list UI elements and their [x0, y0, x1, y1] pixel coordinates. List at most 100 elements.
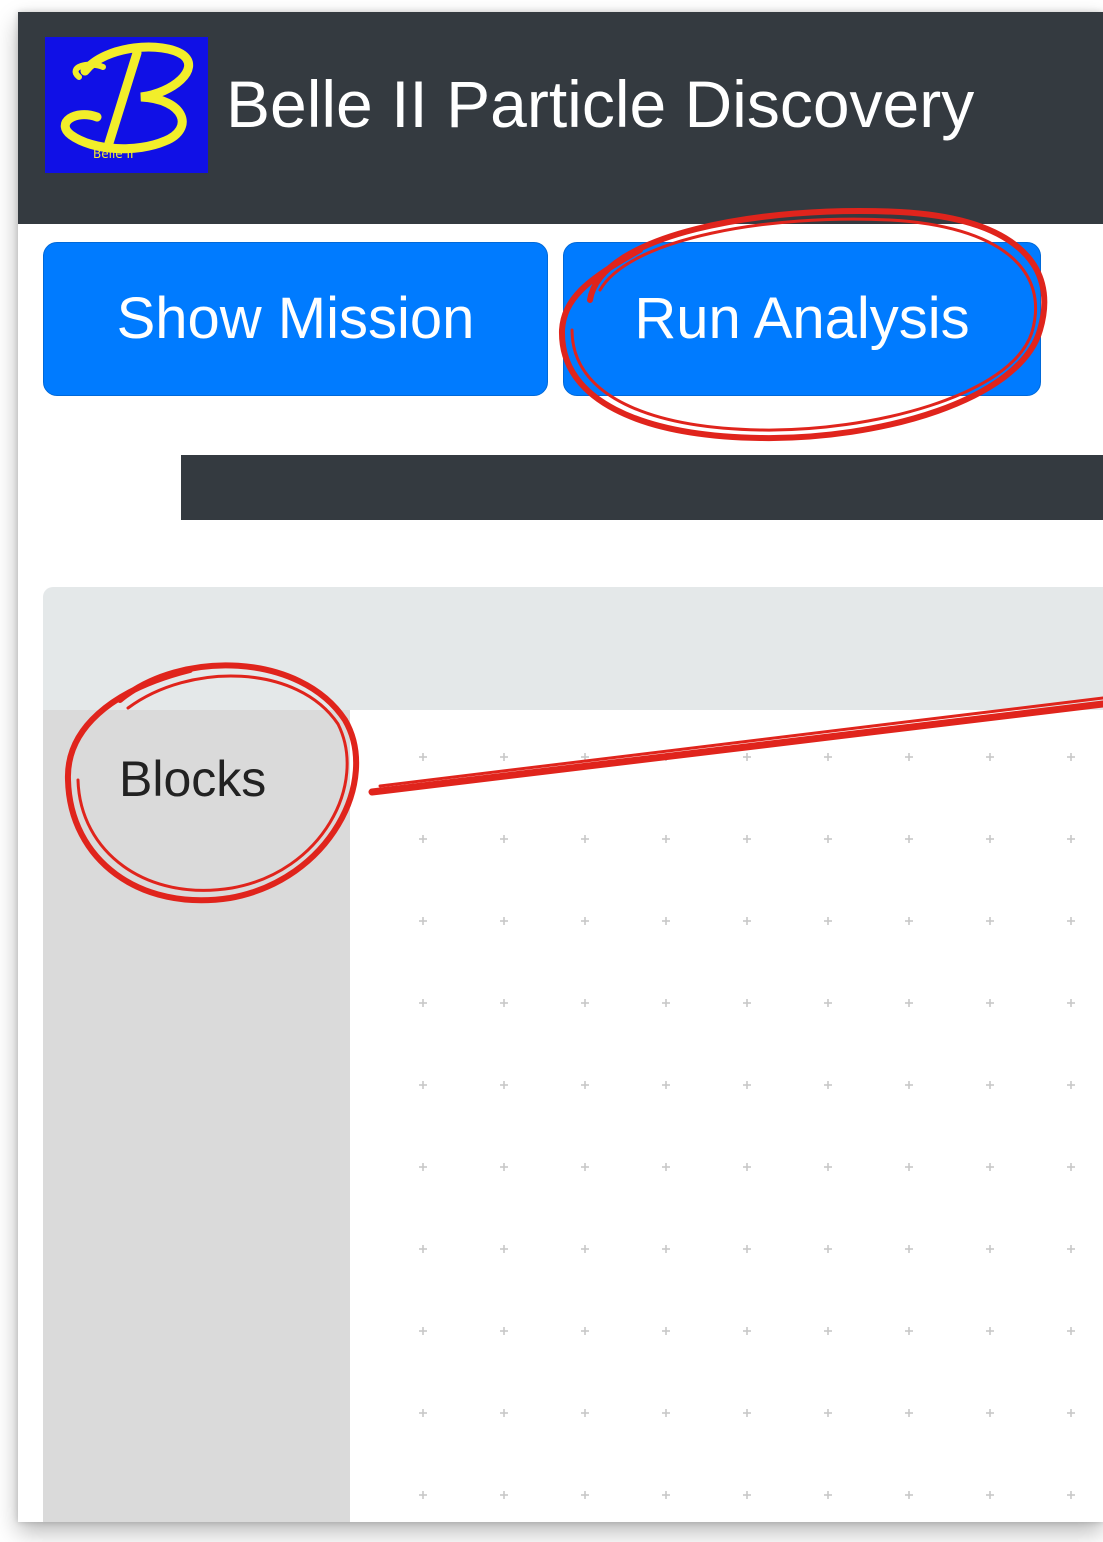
- grid-plus-mark: [500, 1245, 508, 1253]
- grid-plus-mark: [500, 835, 508, 843]
- grid-plus-mark: [1067, 1245, 1075, 1253]
- grid-plus-mark: [824, 1081, 832, 1089]
- grid-plus-mark: [581, 1409, 589, 1417]
- progress-bar: [181, 455, 1103, 520]
- grid-plus-mark: [662, 917, 670, 925]
- blockly-toolbox: Blocks: [43, 710, 350, 1522]
- grid-plus-mark: [905, 753, 913, 761]
- grid-plus-mark: [662, 1327, 670, 1335]
- grid-plus-mark: [905, 1245, 913, 1253]
- grid-plus-mark: [986, 1491, 994, 1499]
- grid-plus-mark: [743, 1081, 751, 1089]
- grid-plus-mark: [419, 999, 427, 1007]
- grid-plus-mark: [905, 1491, 913, 1499]
- grid-plus-mark: [419, 753, 427, 761]
- grid-plus-mark: [986, 1163, 994, 1171]
- grid-plus-mark: [500, 1163, 508, 1171]
- grid-plus-mark: [662, 999, 670, 1007]
- grid-plus-mark: [986, 1245, 994, 1253]
- grid-plus-mark: [662, 1491, 670, 1499]
- run-analysis-button[interactable]: Run Analysis: [563, 242, 1041, 396]
- grid-plus-mark: [905, 1081, 913, 1089]
- grid-plus-mark: [500, 917, 508, 925]
- grid-plus-mark: [581, 999, 589, 1007]
- grid-plus-mark: [1067, 1491, 1075, 1499]
- grid-plus-mark: [419, 1081, 427, 1089]
- show-mission-button[interactable]: Show Mission: [43, 242, 548, 396]
- grid-plus-mark: [824, 835, 832, 843]
- grid-plus-mark: [419, 1409, 427, 1417]
- blockly-workspace[interactable]: [350, 710, 1103, 1522]
- grid-plus-mark: [905, 1409, 913, 1417]
- grid-plus-mark: [1067, 917, 1075, 925]
- grid-plus-mark: [986, 999, 994, 1007]
- workspace-grid: [419, 753, 1075, 1499]
- grid-plus-mark: [581, 835, 589, 843]
- grid-plus-mark: [500, 1491, 508, 1499]
- grid-plus-mark: [581, 1081, 589, 1089]
- grid-plus-mark: [500, 999, 508, 1007]
- grid-plus-mark: [986, 1409, 994, 1417]
- grid-plus-mark: [662, 1245, 670, 1253]
- belle-ii-logo-icon: Belle II: [45, 37, 208, 173]
- grid-plus-mark: [743, 1491, 751, 1499]
- grid-plus-mark: [662, 1409, 670, 1417]
- grid-plus-mark: [986, 1327, 994, 1335]
- grid-plus-mark: [500, 1409, 508, 1417]
- grid-plus-mark: [743, 917, 751, 925]
- grid-plus-mark: [1067, 1327, 1075, 1335]
- grid-plus-mark: [824, 1409, 832, 1417]
- screenshot-stage: Belle II Belle II Particle Discovery Sho…: [0, 0, 1103, 1542]
- grid-plus-mark: [581, 1327, 589, 1335]
- grid-plus-mark: [581, 917, 589, 925]
- grid-plus-mark: [743, 1409, 751, 1417]
- logo-caption: Belle II: [93, 147, 134, 161]
- app-window: Belle II Belle II Particle Discovery Sho…: [18, 12, 1103, 1522]
- grid-plus-mark: [1067, 1163, 1075, 1171]
- grid-plus-mark: [581, 1245, 589, 1253]
- grid-plus-mark: [1067, 1081, 1075, 1089]
- grid-plus-mark: [500, 1327, 508, 1335]
- grid-plus-mark: [743, 1245, 751, 1253]
- grid-plus-mark: [743, 1327, 751, 1335]
- grid-plus-mark: [419, 1163, 427, 1171]
- grid-plus-mark: [662, 1081, 670, 1089]
- grid-plus-mark: [824, 1491, 832, 1499]
- grid-plus-mark: [905, 1163, 913, 1171]
- grid-plus-mark: [824, 1245, 832, 1253]
- grid-plus-mark: [419, 1327, 427, 1335]
- grid-plus-mark: [905, 835, 913, 843]
- grid-plus-mark: [662, 835, 670, 843]
- app-title: Belle II Particle Discovery: [226, 67, 975, 141]
- grid-plus-mark: [581, 1491, 589, 1499]
- grid-plus-mark: [824, 1163, 832, 1171]
- grid-plus-mark: [500, 753, 508, 761]
- workspace-header: [43, 587, 1103, 710]
- grid-plus-mark: [743, 753, 751, 761]
- grid-plus-mark: [824, 917, 832, 925]
- grid-plus-mark: [743, 1163, 751, 1171]
- grid-plus-mark: [905, 917, 913, 925]
- grid-plus-mark: [986, 753, 994, 761]
- grid-plus-mark: [1067, 999, 1075, 1007]
- grid-plus-mark: [419, 1491, 427, 1499]
- grid-plus-mark: [824, 1327, 832, 1335]
- grid-plus-mark: [1067, 1409, 1075, 1417]
- grid-plus-mark: [581, 753, 589, 761]
- grid-plus-mark: [743, 835, 751, 843]
- grid-plus-mark: [743, 999, 751, 1007]
- grid-plus-mark: [419, 1245, 427, 1253]
- navbar: Belle II Belle II Particle Discovery: [18, 12, 1103, 224]
- grid-plus-mark: [905, 1327, 913, 1335]
- grid-plus-mark: [824, 753, 832, 761]
- grid-plus-mark: [905, 999, 913, 1007]
- grid-plus-mark: [824, 999, 832, 1007]
- grid-plus-mark: [419, 835, 427, 843]
- toolbox-category-blocks[interactable]: Blocks: [43, 734, 350, 824]
- grid-plus-mark: [986, 835, 994, 843]
- grid-plus-mark: [419, 917, 427, 925]
- grid-plus-mark: [500, 1081, 508, 1089]
- grid-plus-mark: [662, 753, 670, 761]
- grid-plus-mark: [581, 1163, 589, 1171]
- grid-plus-mark: [1067, 835, 1075, 843]
